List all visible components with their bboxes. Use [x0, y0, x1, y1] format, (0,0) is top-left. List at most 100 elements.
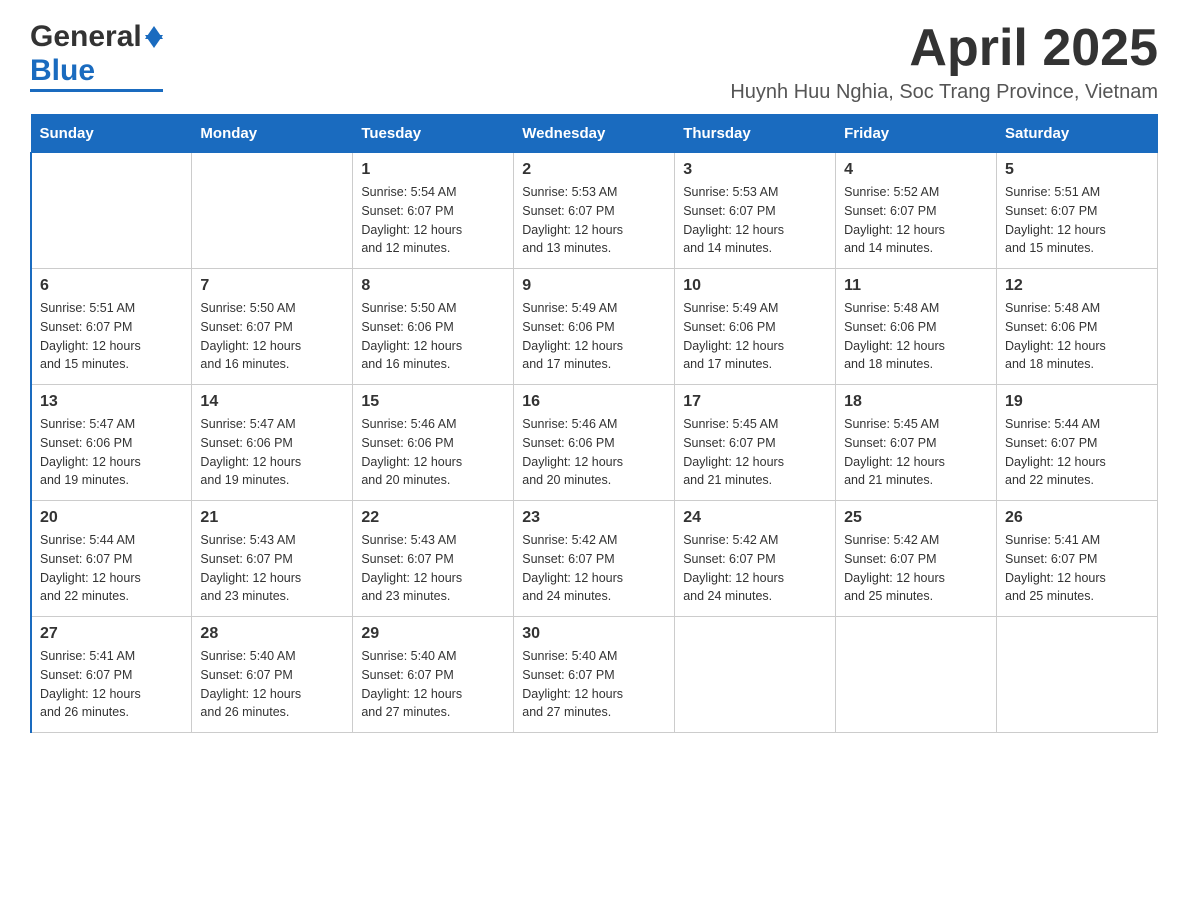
calendar-cell: 15 Sunrise: 5:46 AM Sunset: 6:06 PM Dayli… — [353, 385, 514, 501]
location-title: Huynh Huu Nghia, Soc Trang Province, Vie… — [730, 81, 1158, 104]
day-number: 14 — [200, 393, 344, 411]
day-number: 23 — [522, 509, 666, 527]
calendar-cell: 25 Sunrise: 5:42 AM Sunset: 6:07 PM Dayli… — [836, 501, 997, 617]
calendar-header-row: SundayMondayTuesdayWednesdayThursdayFrid… — [31, 115, 1158, 153]
day-info: Sunrise: 5:50 AM Sunset: 6:07 PM Dayligh… — [200, 299, 344, 374]
day-info: Sunrise: 5:40 AM Sunset: 6:07 PM Dayligh… — [522, 647, 666, 722]
calendar-cell: 12Sunrise: 5:48 AM Sunset: 6:06 PM Dayli… — [997, 269, 1158, 385]
calendar-cell: 13Sunrise: 5:47 AM Sunset: 6:06 PM Dayli… — [31, 385, 192, 501]
logo: General Blue — [30, 20, 163, 92]
day-number: 21 — [200, 509, 344, 527]
day-number: 8 — [361, 277, 505, 295]
month-title: April 2025 — [730, 20, 1158, 77]
calendar-cell: 26 Sunrise: 5:41 AM Sunset: 6:07 PM Dayli… — [997, 501, 1158, 617]
calendar-cell: 29 Sunrise: 5:40 AM Sunset: 6:07 PM Dayli… — [353, 617, 514, 733]
calendar-cell: 21 Sunrise: 5:43 AM Sunset: 6:07 PM Dayli… — [192, 501, 353, 617]
day-info: Sunrise: 5:42 AM Sunset: 6:07 PM Dayligh… — [683, 531, 827, 606]
weekday-header-saturday: Saturday — [997, 115, 1158, 153]
day-number: 10 — [683, 277, 827, 295]
day-info: Sunrise: 5:51 AM Sunset: 6:07 PM Dayligh… — [1005, 183, 1149, 258]
day-number: 3 — [683, 161, 827, 179]
day-info: Sunrise: 5:46 AM Sunset: 6:06 PM Dayligh… — [522, 415, 666, 490]
calendar-cell — [836, 617, 997, 733]
calendar-cell: 5Sunrise: 5:51 AM Sunset: 6:07 PM Daylig… — [997, 153, 1158, 269]
calendar-cell: 11 Sunrise: 5:48 AM Sunset: 6:06 PM Dayli… — [836, 269, 997, 385]
calendar-cell: 3 Sunrise: 5:53 AM Sunset: 6:07 PM Daylig… — [675, 153, 836, 269]
day-info: Sunrise: 5:53 AM Sunset: 6:07 PM Dayligh… — [522, 183, 666, 258]
calendar-cell: 22 Sunrise: 5:43 AM Sunset: 6:07 PM Dayli… — [353, 501, 514, 617]
day-info: Sunrise: 5:50 AM Sunset: 6:06 PM Dayligh… — [361, 299, 505, 374]
calendar-cell — [675, 617, 836, 733]
day-number: 1 — [361, 161, 505, 179]
calendar-cell: 10 Sunrise: 5:49 AM Sunset: 6:06 PM Dayli… — [675, 269, 836, 385]
weekday-header-thursday: Thursday — [675, 115, 836, 153]
logo-blue-text: Blue — [30, 54, 95, 87]
calendar-week-2: 6Sunrise: 5:51 AM Sunset: 6:07 PM Daylig… — [31, 269, 1158, 385]
day-info: Sunrise: 5:52 AM Sunset: 6:07 PM Dayligh… — [844, 183, 988, 258]
day-number: 7 — [200, 277, 344, 295]
day-number: 11 — [844, 277, 988, 295]
weekday-header-monday: Monday — [192, 115, 353, 153]
calendar-cell: 30 Sunrise: 5:40 AM Sunset: 6:07 PM Dayli… — [514, 617, 675, 733]
day-info: Sunrise: 5:42 AM Sunset: 6:07 PM Dayligh… — [844, 531, 988, 606]
day-info: Sunrise: 5:45 AM Sunset: 6:07 PM Dayligh… — [683, 415, 827, 490]
day-info: Sunrise: 5:45 AM Sunset: 6:07 PM Dayligh… — [844, 415, 988, 490]
day-number: 16 — [522, 393, 666, 411]
calendar-cell: 24Sunrise: 5:42 AM Sunset: 6:07 PM Dayli… — [675, 501, 836, 617]
calendar-week-4: 20Sunrise: 5:44 AM Sunset: 6:07 PM Dayli… — [31, 501, 1158, 617]
day-number: 15 — [361, 393, 505, 411]
calendar-cell: 28 Sunrise: 5:40 AM Sunset: 6:07 PM Dayli… — [192, 617, 353, 733]
day-number: 26 — [1005, 509, 1149, 527]
weekday-header-tuesday: Tuesday — [353, 115, 514, 153]
day-info: Sunrise: 5:40 AM Sunset: 6:07 PM Dayligh… — [200, 647, 344, 722]
day-info: Sunrise: 5:46 AM Sunset: 6:06 PM Dayligh… — [361, 415, 505, 490]
calendar-cell: 14 Sunrise: 5:47 AM Sunset: 6:06 PM Dayli… — [192, 385, 353, 501]
day-info: Sunrise: 5:47 AM Sunset: 6:06 PM Dayligh… — [200, 415, 344, 490]
day-number: 29 — [361, 625, 505, 643]
day-number: 12 — [1005, 277, 1149, 295]
calendar-week-1: 1 Sunrise: 5:54 AM Sunset: 6:07 PM Daylig… — [31, 153, 1158, 269]
calendar-cell: 7 Sunrise: 5:50 AM Sunset: 6:07 PM Daylig… — [192, 269, 353, 385]
day-info: Sunrise: 5:53 AM Sunset: 6:07 PM Dayligh… — [683, 183, 827, 258]
weekday-header-wednesday: Wednesday — [514, 115, 675, 153]
day-info: Sunrise: 5:41 AM Sunset: 6:07 PM Dayligh… — [1005, 531, 1149, 606]
calendar-cell: 1 Sunrise: 5:54 AM Sunset: 6:07 PM Daylig… — [353, 153, 514, 269]
day-number: 6 — [40, 277, 183, 295]
day-number: 2 — [522, 161, 666, 179]
calendar-cell: 6Sunrise: 5:51 AM Sunset: 6:07 PM Daylig… — [31, 269, 192, 385]
day-info: Sunrise: 5:49 AM Sunset: 6:06 PM Dayligh… — [522, 299, 666, 374]
day-number: 25 — [844, 509, 988, 527]
day-info: Sunrise: 5:54 AM Sunset: 6:07 PM Dayligh… — [361, 183, 505, 258]
day-number: 17 — [683, 393, 827, 411]
calendar-cell — [31, 153, 192, 269]
logo-icon — [145, 26, 163, 48]
day-info: Sunrise: 5:42 AM Sunset: 6:07 PM Dayligh… — [522, 531, 666, 606]
calendar-cell: 17 Sunrise: 5:45 AM Sunset: 6:07 PM Dayli… — [675, 385, 836, 501]
calendar-cell: 16 Sunrise: 5:46 AM Sunset: 6:06 PM Dayli… — [514, 385, 675, 501]
calendar-table: SundayMondayTuesdayWednesdayThursdayFrid… — [30, 114, 1158, 733]
day-info: Sunrise: 5:40 AM Sunset: 6:07 PM Dayligh… — [361, 647, 505, 722]
day-info: Sunrise: 5:41 AM Sunset: 6:07 PM Dayligh… — [40, 647, 183, 722]
weekday-header-friday: Friday — [836, 115, 997, 153]
logo-general-text: General — [30, 20, 142, 54]
day-number: 19 — [1005, 393, 1149, 411]
day-info: Sunrise: 5:43 AM Sunset: 6:07 PM Dayligh… — [361, 531, 505, 606]
calendar-cell — [997, 617, 1158, 733]
day-number: 4 — [844, 161, 988, 179]
day-number: 18 — [844, 393, 988, 411]
day-number: 30 — [522, 625, 666, 643]
day-number: 27 — [40, 625, 183, 643]
day-info: Sunrise: 5:49 AM Sunset: 6:06 PM Dayligh… — [683, 299, 827, 374]
calendar-cell: 9 Sunrise: 5:49 AM Sunset: 6:06 PM Daylig… — [514, 269, 675, 385]
day-info: Sunrise: 5:48 AM Sunset: 6:06 PM Dayligh… — [844, 299, 988, 374]
day-number: 28 — [200, 625, 344, 643]
day-number: 9 — [522, 277, 666, 295]
day-number: 22 — [361, 509, 505, 527]
logo-underline — [30, 89, 163, 92]
calendar-cell: 2 Sunrise: 5:53 AM Sunset: 6:07 PM Daylig… — [514, 153, 675, 269]
calendar-week-5: 27 Sunrise: 5:41 AM Sunset: 6:07 PM Dayli… — [31, 617, 1158, 733]
day-info: Sunrise: 5:43 AM Sunset: 6:07 PM Dayligh… — [200, 531, 344, 606]
page-header: General Blue April 2025 Huynh Huu Nghia,… — [30, 20, 1158, 104]
day-info: Sunrise: 5:44 AM Sunset: 6:07 PM Dayligh… — [40, 531, 183, 606]
calendar-week-3: 13Sunrise: 5:47 AM Sunset: 6:06 PM Dayli… — [31, 385, 1158, 501]
